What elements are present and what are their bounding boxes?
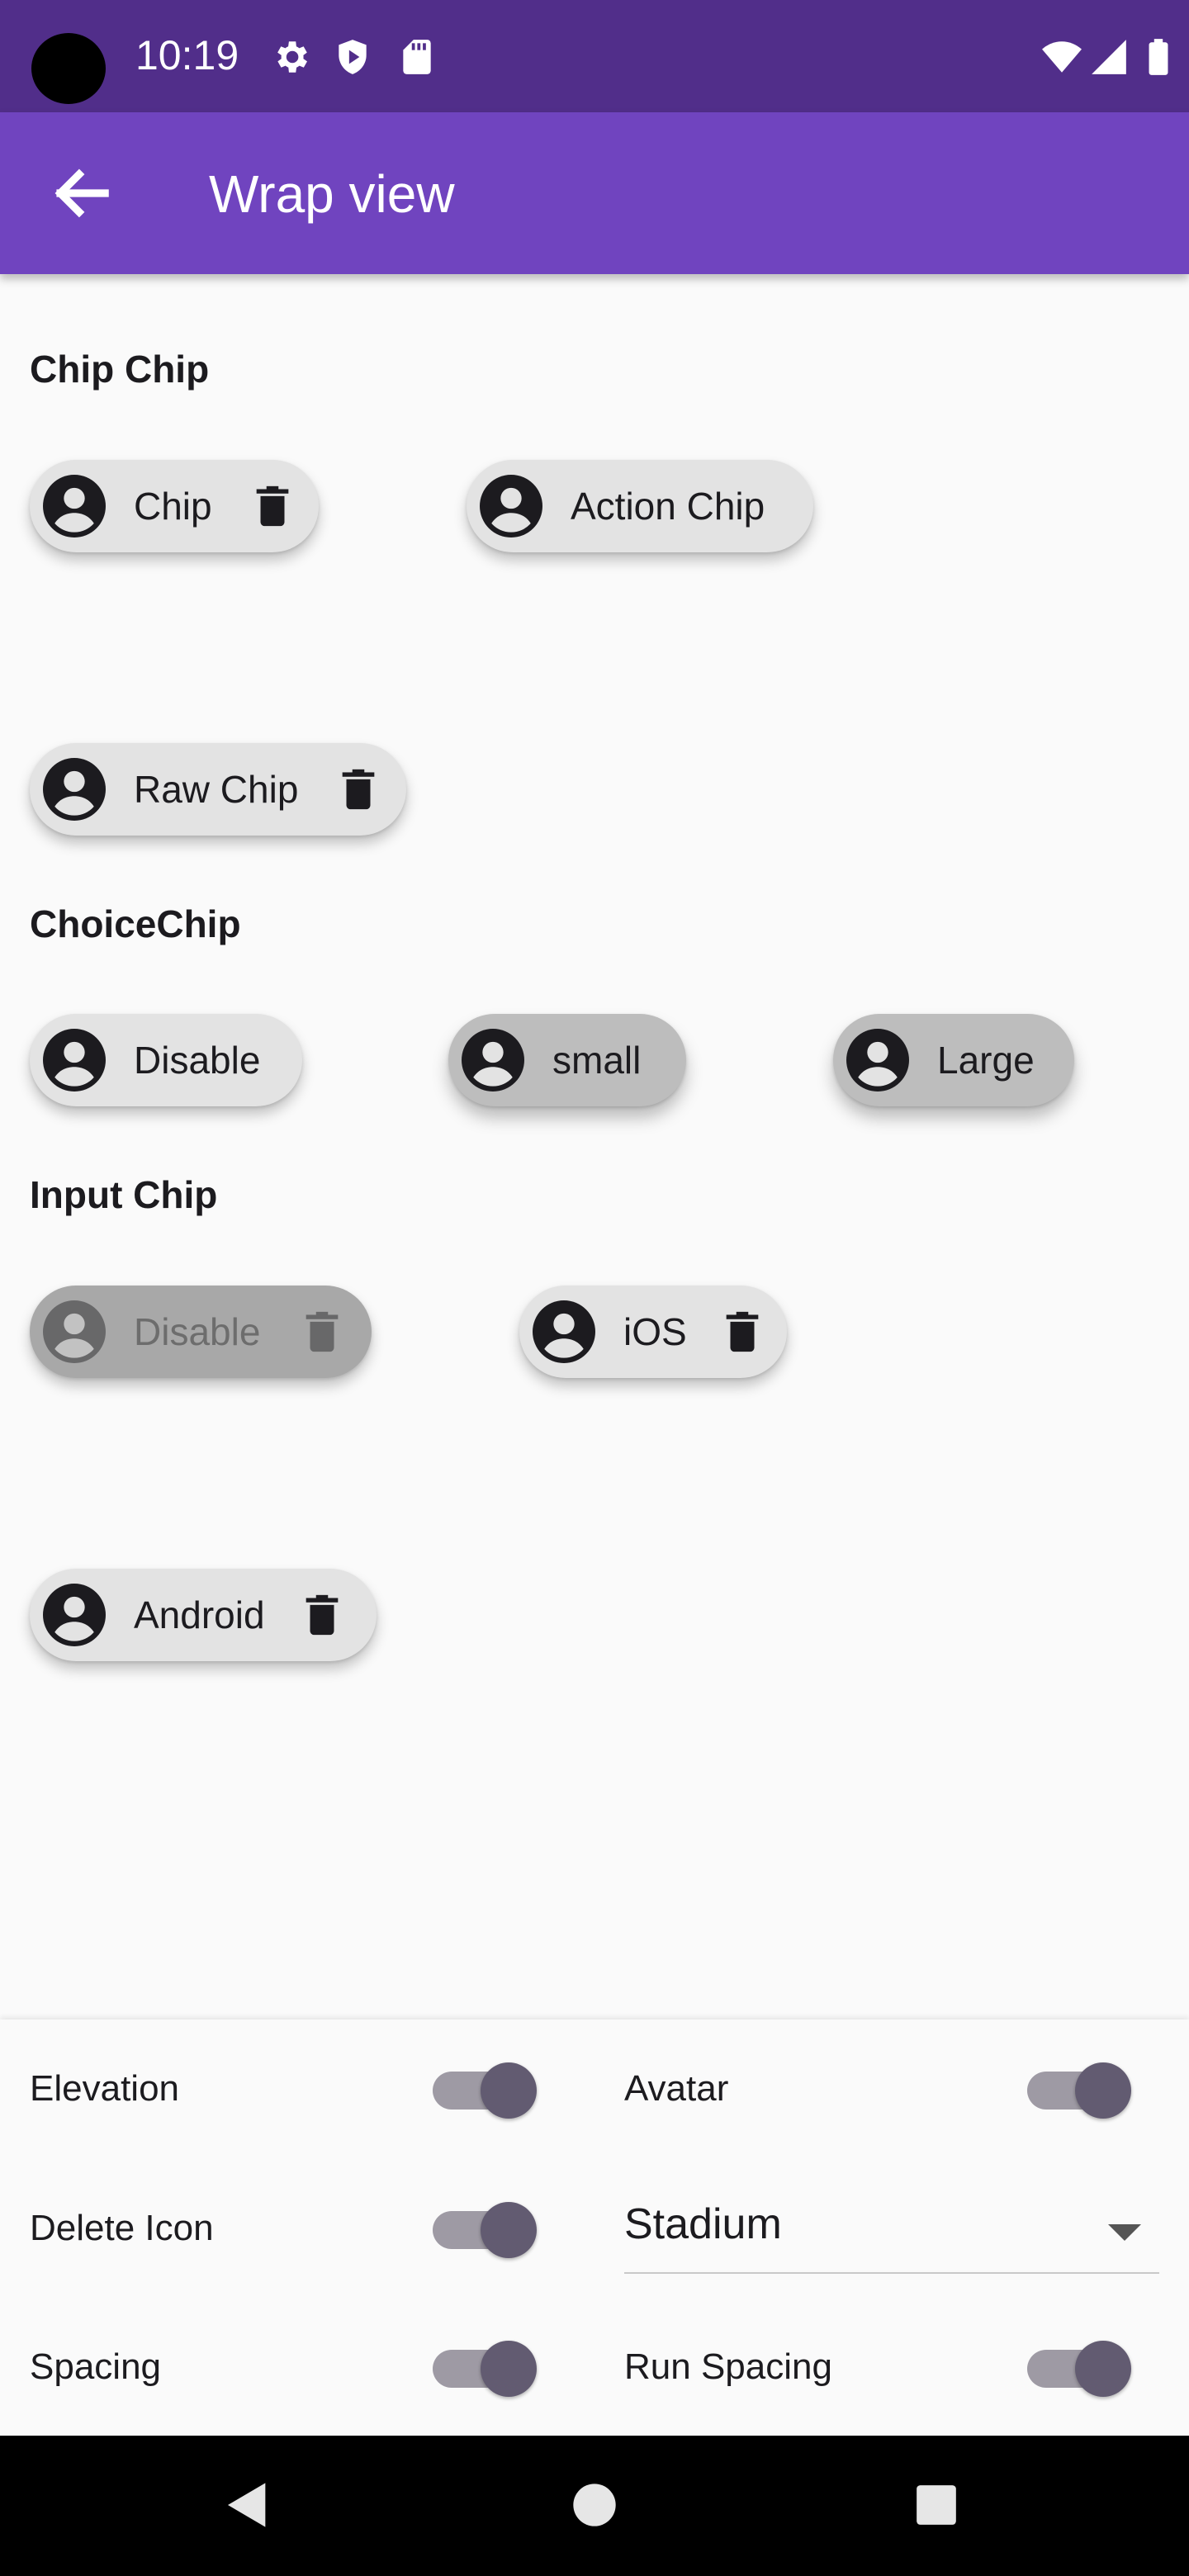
trash-icon[interactable] (334, 765, 382, 813)
gear-icon (277, 41, 307, 73)
choice-chip-disable[interactable]: Disable (30, 1014, 302, 1106)
chip-label: Chip (134, 485, 212, 528)
battery-icon (1149, 39, 1168, 75)
page-title: Wrap view (209, 164, 455, 224)
chip-label: Large (937, 1039, 1035, 1082)
person-icon (43, 1300, 106, 1363)
input-chip-android[interactable]: Android (30, 1569, 377, 1661)
switch-thumb (481, 2202, 537, 2258)
person-icon (43, 1584, 106, 1646)
elevation-label: Elevation (30, 2068, 180, 2109)
recents-square-icon[interactable] (915, 2484, 958, 2526)
back-triangle-icon[interactable] (221, 2479, 274, 2531)
switch-thumb (1075, 2062, 1131, 2119)
shape-dropdown[interactable]: Stadium (624, 2181, 1159, 2274)
chip-label: small (552, 1039, 642, 1082)
arrow-left-icon[interactable] (40, 152, 122, 234)
person-icon (43, 475, 106, 537)
person-icon (43, 1029, 106, 1091)
raw-chip[interactable]: Raw Chip (30, 743, 406, 836)
switch-thumb (1075, 2341, 1131, 2397)
status-bar: 10:19 (0, 0, 1189, 112)
caret-down-icon (1108, 2224, 1141, 2241)
chip-label: Android (134, 1593, 265, 1636)
delete-icon-switch[interactable] (433, 2197, 540, 2263)
nav-bar (0, 2436, 1189, 2576)
trash-icon (298, 1308, 346, 1356)
run-spacing-label: Run Spacing (624, 2346, 832, 2387)
trash-icon[interactable] (249, 482, 296, 530)
chip-label: Disable (134, 1310, 261, 1353)
switch-thumb (481, 2341, 537, 2397)
app-bar: Wrap view (0, 112, 1189, 274)
spacing-label: Spacing (30, 2346, 162, 2387)
chip-label: iOS (623, 1310, 687, 1353)
wifi-icon (1042, 41, 1082, 73)
input-chip-disable: Disable (30, 1286, 372, 1378)
input-chip-ios[interactable]: iOS (519, 1286, 787, 1378)
trash-icon[interactable] (718, 1308, 766, 1356)
choice-chip-large[interactable]: Large (833, 1014, 1074, 1106)
person-icon (462, 1029, 524, 1091)
avatar-label: Avatar (624, 2068, 729, 2109)
spacing-switch[interactable] (433, 2336, 540, 2402)
chip-chip[interactable]: Chip (30, 460, 319, 552)
action-chip[interactable]: Action Chip (467, 460, 813, 552)
chip-label: Action Chip (571, 485, 765, 528)
shape-dropdown-value: Stadium (624, 2200, 782, 2248)
trash-icon[interactable] (298, 1591, 346, 1639)
person-icon (846, 1029, 909, 1091)
person-icon (43, 758, 106, 821)
person-icon (533, 1300, 595, 1363)
sd-card-icon (403, 40, 431, 74)
section-title-choice: ChoiceChip (30, 902, 241, 945)
delete-icon-label: Delete Icon (30, 2208, 214, 2248)
section-title-input: Input Chip (30, 1173, 218, 1216)
chip-label: Disable (134, 1039, 261, 1082)
shield-icon (339, 40, 367, 74)
home-circle-icon[interactable] (571, 2482, 618, 2528)
camera-cutout (31, 33, 106, 104)
person-icon (480, 475, 542, 537)
switch-thumb (481, 2062, 537, 2119)
run-spacing-switch[interactable] (1027, 2336, 1135, 2402)
signal-icon (1092, 40, 1126, 74)
status-time: 10:19 (135, 32, 239, 78)
chip-label: Raw Chip (134, 768, 299, 811)
choice-chip-small[interactable]: small (448, 1014, 686, 1106)
section-title-chip: Chip Chip (30, 348, 210, 391)
avatar-switch[interactable] (1027, 2057, 1135, 2124)
elevation-switch[interactable] (433, 2057, 540, 2124)
